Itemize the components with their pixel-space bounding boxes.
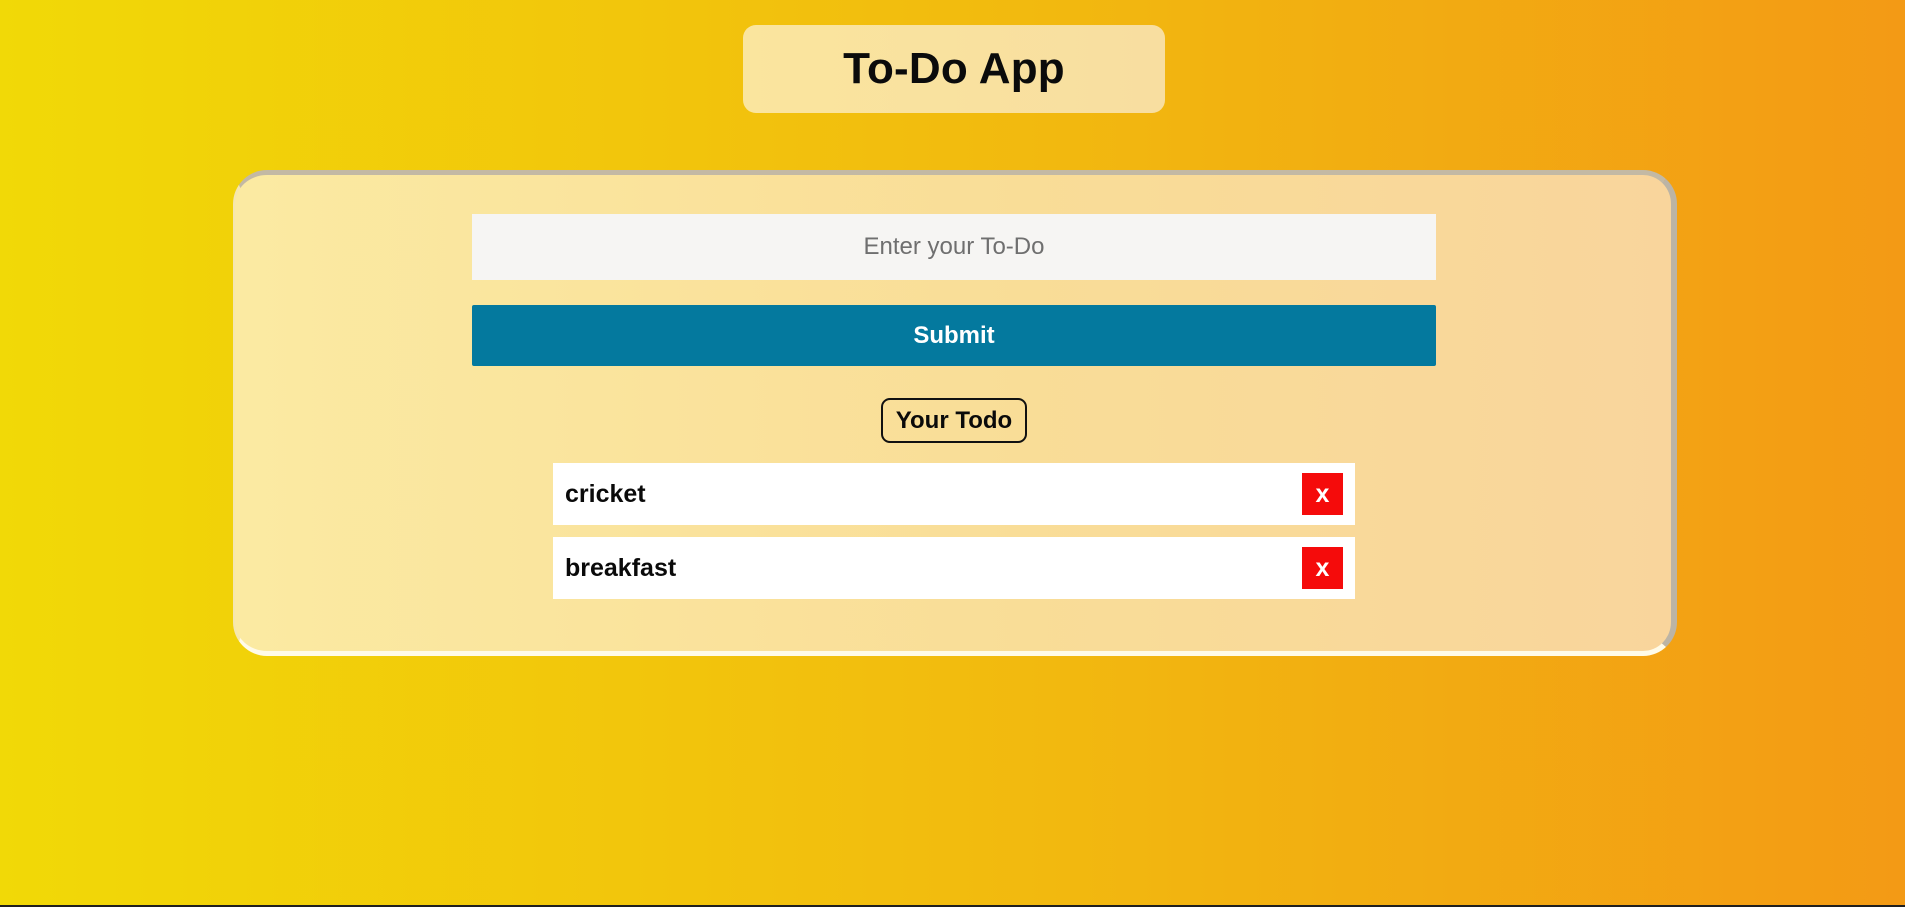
todo-item-breakfast: breakfast x — [553, 537, 1355, 599]
todo-list: cricket x breakfast x — [553, 463, 1355, 611]
todo-list-heading: Your Todo — [881, 398, 1027, 443]
close-icon: x — [1315, 479, 1330, 508]
todo-item-cricket: cricket x — [553, 463, 1355, 525]
app-title: To-Do App — [843, 44, 1065, 93]
app-header: To-Do App — [743, 25, 1165, 113]
todo-card: Submit Your Todo cricket x breakfast x — [233, 170, 1677, 656]
delete-todo-button[interactable]: x — [1302, 547, 1343, 589]
delete-todo-button[interactable]: x — [1302, 473, 1343, 515]
todo-item-text: cricket — [565, 479, 646, 508]
submit-button[interactable]: Submit — [472, 305, 1436, 366]
close-icon: x — [1315, 553, 1330, 582]
todo-item-text: breakfast — [565, 553, 677, 582]
todo-input[interactable] — [472, 214, 1436, 280]
